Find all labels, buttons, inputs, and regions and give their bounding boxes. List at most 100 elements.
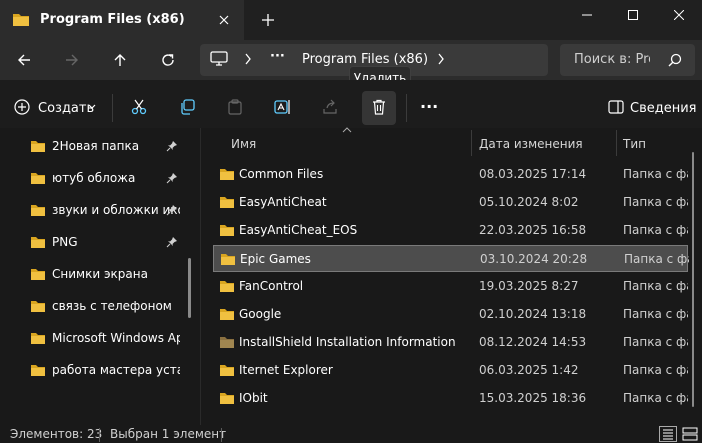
address-segment-program-files[interactable]: Program Files (x86) bbox=[302, 52, 428, 67]
back-arrow-icon[interactable] bbox=[9, 48, 39, 72]
file-type: Папка с файлами bbox=[623, 391, 688, 405]
pin-icon[interactable] bbox=[166, 204, 178, 216]
tab-close-icon[interactable] bbox=[212, 9, 236, 31]
minimize-icon[interactable] bbox=[564, 0, 610, 30]
file-date: 05.10.2024 8:02 bbox=[479, 195, 579, 209]
paste-icon[interactable] bbox=[223, 95, 247, 119]
file-name: IObit bbox=[239, 391, 268, 405]
chevron-right-icon[interactable] bbox=[244, 53, 252, 65]
folder-icon bbox=[30, 299, 46, 313]
folder-icon bbox=[219, 363, 235, 377]
up-arrow-icon[interactable] bbox=[105, 48, 135, 72]
folder-icon bbox=[30, 171, 46, 185]
sidebar-item-label: работа мастера установки bbox=[52, 363, 180, 377]
table-row-selected[interactable]: Epic Games 03.10.2024 20:28 Папка с файлам… bbox=[213, 245, 689, 272]
folder-icon bbox=[219, 195, 235, 209]
status-bar bbox=[0, 425, 702, 443]
folder-icon bbox=[30, 363, 46, 377]
file-name: EasyAntiCheat_EOS bbox=[239, 223, 358, 237]
list-scrollbar[interactable] bbox=[692, 152, 694, 407]
tab-title: Program Files (x86) bbox=[40, 12, 185, 27]
file-type: Папка с файлами bbox=[623, 223, 688, 237]
table-row[interactable]: EasyAntiCheat 05.10.2024 8:02 Папка с файл… bbox=[213, 189, 688, 216]
file-date: 03.10.2024 20:28 bbox=[480, 252, 588, 266]
chevron-right-icon[interactable] bbox=[437, 53, 445, 65]
folder-icon bbox=[219, 335, 235, 349]
sidebar-item[interactable]: Microsoft Windows Apps bbox=[0, 324, 192, 354]
pin-icon[interactable] bbox=[166, 172, 178, 184]
file-date: 22.03.2025 16:58 bbox=[479, 223, 587, 237]
cut-icon[interactable] bbox=[127, 95, 151, 119]
address-more-button[interactable]: ··· bbox=[270, 49, 285, 64]
sidebar-item[interactable]: звуки и обложки иконок bbox=[0, 196, 192, 226]
folder-icon bbox=[30, 203, 46, 217]
column-separator[interactable] bbox=[616, 130, 617, 156]
table-row[interactable]: Google 02.10.2024 13:18 Папка с файлами bbox=[213, 301, 688, 328]
file-date: 08.03.2025 17:14 bbox=[479, 167, 587, 181]
sidebar-item-label: PNG bbox=[52, 235, 78, 249]
folder-icon bbox=[219, 307, 235, 321]
file-type: Папка с файлами bbox=[624, 252, 689, 266]
chevron-down-icon[interactable] bbox=[88, 104, 96, 110]
close-icon[interactable] bbox=[656, 0, 702, 30]
table-row[interactable]: Iternet Explorer 06.03.2025 1:42 Папка с ф… bbox=[213, 357, 688, 384]
pin-icon[interactable] bbox=[166, 236, 178, 248]
column-header-date[interactable]: Дата изменения bbox=[479, 137, 583, 151]
command-bar bbox=[0, 80, 702, 128]
new-tab-icon[interactable] bbox=[256, 9, 280, 31]
more-options-button[interactable]: ··· bbox=[420, 97, 438, 116]
sidebar-item[interactable]: работа мастера установки bbox=[0, 356, 192, 386]
file-name: Iternet Explorer bbox=[239, 363, 333, 377]
folder-icon bbox=[30, 267, 46, 281]
column-header-name[interactable]: Имя bbox=[231, 137, 256, 151]
sidebar-item-label: Microsoft Windows Apps bbox=[52, 331, 180, 345]
sidebar-item-label: звуки и обложки иконок bbox=[52, 203, 180, 217]
trash-icon[interactable] bbox=[367, 95, 391, 119]
search-input[interactable]: Поиск в: Program Files (x86) bbox=[574, 52, 650, 67]
table-row[interactable]: IObit 15.03.2025 18:36 Папка с файлами bbox=[213, 385, 688, 412]
table-row[interactable]: InstallShield Installation Information 08… bbox=[213, 329, 688, 356]
sidebar-item[interactable]: PNG bbox=[0, 228, 192, 258]
file-type: Папка с файлами bbox=[623, 195, 688, 209]
search-icon[interactable] bbox=[668, 53, 682, 67]
sidebar-item[interactable]: ютуб обложа bbox=[0, 164, 192, 194]
forward-arrow-icon[interactable] bbox=[57, 48, 87, 72]
toolbar-separator bbox=[406, 94, 407, 122]
details-button[interactable]: Сведения bbox=[630, 101, 697, 116]
tiles-view-icon[interactable] bbox=[682, 427, 698, 441]
sidebar-item[interactable]: 2Новая папка bbox=[0, 132, 192, 162]
folder-icon bbox=[30, 139, 46, 153]
folder-icon bbox=[219, 223, 235, 237]
sidebar-item[interactable]: связь с телефоном bbox=[0, 292, 192, 322]
folder-icon bbox=[30, 331, 46, 345]
create-plus-icon[interactable] bbox=[10, 95, 34, 119]
sort-up-icon bbox=[342, 127, 352, 133]
file-type: Папка с файлами bbox=[623, 307, 688, 321]
pin-icon[interactable] bbox=[166, 140, 178, 152]
file-type: Папка с файлами bbox=[623, 167, 688, 181]
sidebar-item-label: Снимки экрана bbox=[52, 267, 148, 281]
sidebar-item[interactable]: Снимки экрана bbox=[0, 260, 192, 290]
details-pane-icon[interactable] bbox=[604, 95, 628, 119]
copy-icon[interactable] bbox=[175, 95, 199, 119]
file-name: EasyAntiCheat bbox=[239, 195, 327, 209]
file-type: Папка с файлами bbox=[623, 335, 688, 349]
table-row[interactable]: Common Files 08.03.2025 17:14 Папка с файл… bbox=[213, 161, 688, 188]
maximize-icon[interactable] bbox=[610, 0, 656, 30]
file-date: 15.03.2025 18:36 bbox=[479, 391, 587, 405]
computer-icon bbox=[210, 51, 228, 67]
table-row[interactable]: FanControl 19.03.2025 8:27 Папка с файлами bbox=[213, 273, 688, 300]
rename-icon[interactable] bbox=[271, 95, 295, 119]
column-separator[interactable] bbox=[471, 130, 472, 156]
refresh-icon[interactable] bbox=[153, 48, 183, 72]
folder-icon bbox=[30, 235, 46, 249]
share-icon[interactable] bbox=[318, 95, 342, 119]
details-view-icon[interactable] bbox=[659, 426, 677, 442]
status-separator bbox=[99, 428, 100, 442]
sidebar-scrollbar[interactable] bbox=[188, 258, 191, 318]
column-header-type[interactable]: Тип bbox=[623, 137, 646, 151]
folder-icon bbox=[12, 11, 30, 27]
sidebar-item-label: 2Новая папка bbox=[52, 139, 140, 153]
table-row[interactable]: EasyAntiCheat_EOS 22.03.2025 16:58 Папка с… bbox=[213, 217, 688, 244]
create-button[interactable]: Создать bbox=[38, 101, 94, 116]
